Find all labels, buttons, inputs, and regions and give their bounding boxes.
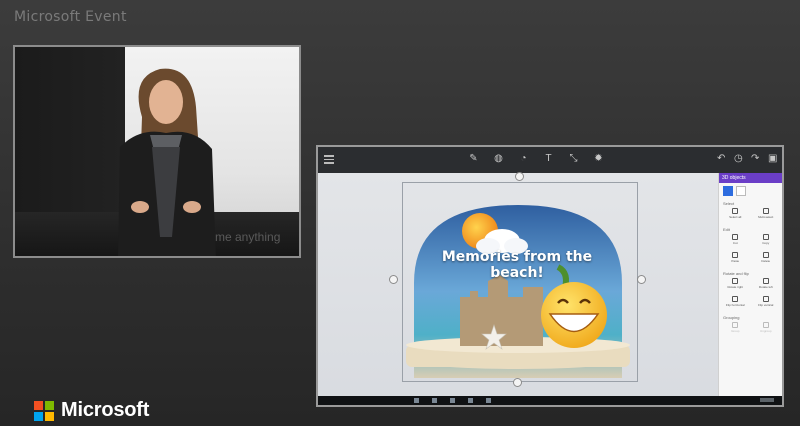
copy-icon: [762, 234, 769, 240]
presenter-figure: [118, 68, 216, 256]
paint3d-window: ✎ ◍ ◔ T ⤡ ✹ ↶ ◷ ↷ ▣ Memories from the be…: [316, 145, 784, 407]
store-icon[interactable]: [468, 398, 473, 403]
select-all-button[interactable]: Select all: [723, 208, 748, 224]
rotate-left-button[interactable]: Rotate left: [754, 278, 779, 294]
flip-horizontal-icon: [732, 296, 739, 302]
undo-icon[interactable]: ↶: [717, 153, 725, 165]
delete-button[interactable]: Delete: [754, 252, 779, 268]
paint-canvas[interactable]: Memories from the beach! zoom: [318, 172, 718, 405]
rotate-right-icon: [732, 278, 739, 284]
edge-icon[interactable]: [432, 398, 437, 403]
flip-vertical-icon: [762, 296, 769, 302]
cut-button[interactable]: Cut: [723, 234, 748, 250]
bottom-rotate-handle[interactable]: [513, 378, 522, 387]
logo-yellow-square: [45, 411, 54, 421]
delete-icon: [762, 252, 769, 258]
group-button[interactable]: Group: [723, 322, 748, 338]
event-title: Microsoft Event: [14, 9, 127, 25]
side-panel: 3D objects Select Select all Multi-selec…: [718, 173, 782, 405]
paste-button[interactable]: Paste: [723, 252, 748, 268]
brushes-icon[interactable]: ✎: [468, 153, 479, 165]
paint3d-icon[interactable]: [486, 398, 491, 403]
app-toolbar: ✎ ◍ ◔ T ⤡ ✹ ↶ ◷ ↷ ▣: [318, 147, 782, 173]
left-rotate-handle[interactable]: [389, 275, 398, 284]
3d-shapes-icon[interactable]: ◍: [493, 153, 504, 165]
brand-name: Microsoft: [61, 399, 150, 421]
section-select: Select: [723, 201, 735, 206]
section-edit: Edit: [723, 227, 730, 232]
history-icon[interactable]: ◷: [734, 153, 743, 165]
right-rotate-handle[interactable]: [637, 275, 646, 284]
multi-select-button[interactable]: Multi-select: [754, 208, 779, 224]
windows-taskbar: [318, 396, 782, 405]
cut-icon: [732, 234, 739, 240]
text-icon[interactable]: T: [543, 153, 554, 165]
select-all-icon: [732, 208, 739, 214]
microsoft-brand: Microsoft: [34, 399, 149, 422]
effects-icon[interactable]: ✹: [593, 153, 604, 165]
stickers-icon[interactable]: ◔: [518, 153, 529, 165]
paste-icon: [732, 252, 739, 258]
logo-green-square: [45, 400, 54, 410]
multi-select-icon: [762, 208, 769, 214]
hamburger-menu-icon[interactable]: [324, 155, 334, 164]
ungroup-button[interactable]: Ungroup: [754, 322, 779, 338]
copy-button[interactable]: Copy: [754, 234, 779, 250]
panel-title: 3D objects: [719, 173, 782, 183]
section-grouping: Grouping: [723, 315, 740, 320]
panel-tabs: [719, 183, 782, 199]
flip-horizontal-button[interactable]: Flip horizontal: [723, 296, 748, 312]
selection-box[interactable]: [402, 182, 638, 382]
window-controls: ↶ ◷ ↷ ▣: [717, 153, 777, 165]
start-icon[interactable]: [414, 398, 419, 403]
menu-icon[interactable]: ▣: [768, 153, 777, 165]
toolbar-tools: ✎ ◍ ◔ T ⤡ ✹: [468, 153, 604, 165]
explorer-icon[interactable]: [450, 398, 455, 403]
section-rotate-flip: Rotate and flip: [723, 271, 749, 276]
tab-select-icon[interactable]: [723, 186, 733, 196]
speaker-video: me anything: [13, 45, 301, 258]
flip-vertical-button[interactable]: Flip vertical: [754, 296, 779, 312]
rotate-left-icon: [762, 278, 769, 284]
logo-blue-square: [34, 411, 43, 421]
tab-library-icon[interactable]: [736, 186, 746, 196]
canvas-icon[interactable]: ⤡: [568, 153, 579, 165]
logo-red-square: [34, 400, 43, 410]
group-icon: [732, 322, 739, 328]
redo-icon[interactable]: ↷: [751, 153, 759, 165]
taskbar-icons: [414, 398, 491, 403]
rotate-right-button[interactable]: Rotate right: [723, 278, 748, 294]
clock: [760, 398, 774, 402]
ungroup-icon: [762, 322, 769, 328]
microsoft-logo-icon: [34, 400, 54, 421]
top-rotate-handle[interactable]: [515, 172, 524, 181]
